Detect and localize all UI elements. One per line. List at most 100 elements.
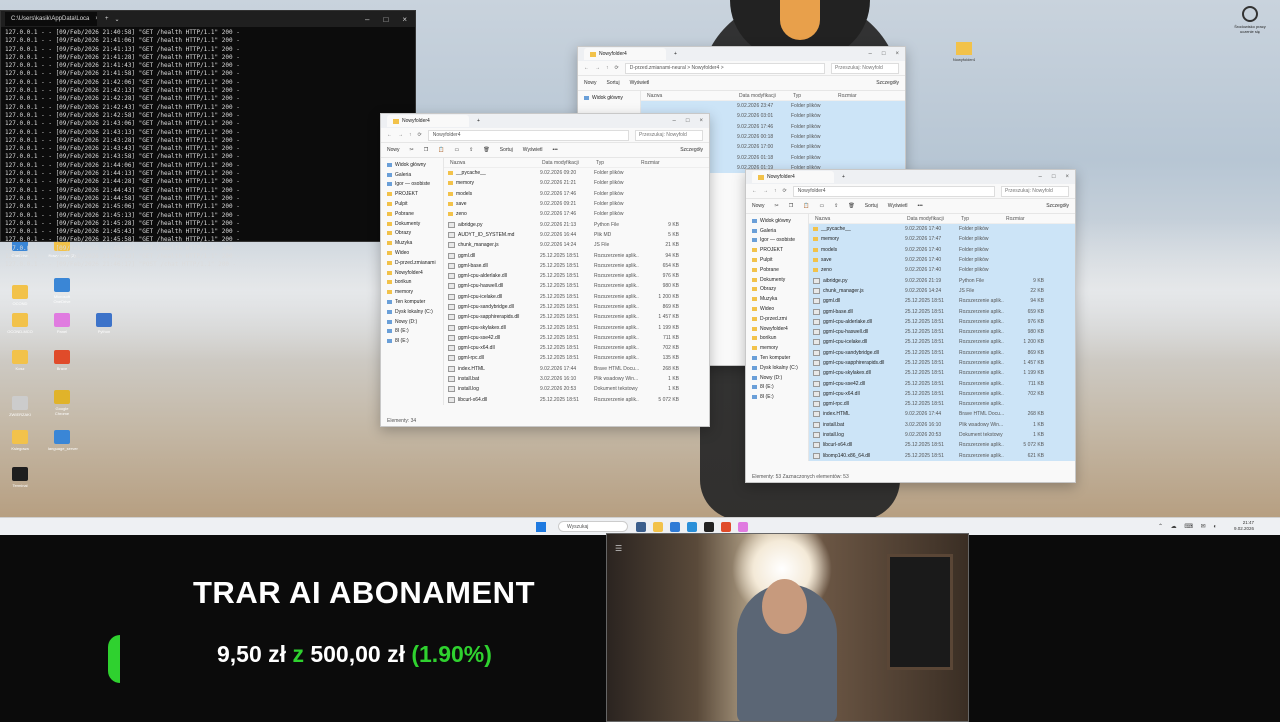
minimize-icon[interactable]: – [365, 15, 369, 24]
file-row[interactable]: ggml-cpu-haswell.dll 25.12.2025 18:51 Rozs… [809, 326, 1075, 338]
desktop-icon[interactable]: OCOND-MCO [6, 313, 34, 334]
file-row[interactable]: __pycache__ 9.02.2026 09:20 Folder plików [444, 168, 709, 178]
file-row[interactable]: memory 9.02.2026 17:47 Folder plików [809, 234, 1075, 245]
task-view-icon[interactable] [636, 522, 646, 532]
sidebar-item[interactable]: D-przed.zmianami [381, 258, 443, 268]
app-icon[interactable] [738, 522, 748, 532]
search-input[interactable]: Przeszukaj: Nowyfold [1001, 185, 1069, 197]
maximize-icon[interactable]: □ [1052, 174, 1056, 180]
sort-button[interactable]: Sortuj [607, 80, 620, 86]
column-name[interactable]: Nazwa [809, 216, 907, 222]
file-row[interactable]: AUDYT_ID_SYSTEM.md 9.02.2026 16:44 Plik MD… [444, 230, 709, 240]
sidebar-item[interactable]: Nowy (D:) [381, 317, 443, 327]
new-button[interactable]: Nowy [584, 80, 597, 86]
sidebar-item[interactable]: Pobrane [746, 265, 808, 275]
search-input[interactable]: Przeszukaj: Nowyfold [831, 62, 899, 74]
share-icon[interactable]: ⇪ [469, 147, 473, 153]
more-button[interactable]: ••• [917, 203, 922, 209]
file-row[interactable]: install.bat 3.02.2026 16:10 Plik wsadowy W… [809, 419, 1075, 430]
sidebar-item[interactable]: Pobrane [381, 209, 443, 219]
file-row[interactable]: zeno 9.02.2026 17:40 Folder plików [809, 265, 1075, 276]
file-row[interactable]: ggml-cpu-sapphirerapids.dll 25.12.2025 18… [809, 357, 1075, 369]
file-row[interactable]: ggml-rpc.dll 25.12.2025 18:51 Rozszerzenie… [809, 399, 1075, 410]
view-button[interactable]: Wyświetl [888, 203, 908, 209]
cut-icon[interactable]: ✂ [410, 147, 414, 153]
close-icon[interactable]: × [1065, 174, 1069, 180]
minimize-icon[interactable]: – [1039, 174, 1042, 180]
view-button[interactable]: Wyświetl [630, 80, 650, 86]
more-button[interactable]: ••• [552, 147, 557, 153]
up-icon[interactable]: ↑ [409, 132, 412, 138]
terminal-window[interactable]: C:\Users\kasik\AppData\Loca × + ⌄ – □ × … [0, 10, 416, 268]
file-row[interactable]: ggml-cpu-skylakex.dll 25.12.2025 18:51 Roz… [444, 322, 709, 332]
column-date[interactable]: Data modyfikacji [542, 160, 596, 166]
system-tray[interactable]: ⌃ ☁ ⌨ ✉ ◐ [1158, 523, 1220, 530]
copy-icon[interactable]: ❐ [789, 203, 793, 209]
taskbar-search[interactable]: Wyszukaj [558, 521, 628, 532]
brave-icon[interactable] [721, 522, 731, 532]
desktop-icon[interactable]: Ksiegowa [6, 430, 34, 451]
explorer-window-right[interactable]: Nowyfolder4 + – □ × ← → ↑ ⟳ Nowyfolder4 Przes… [745, 169, 1076, 483]
file-row[interactable]: ggml-rpc.dll 25.12.2025 18:51 Rozszerzenie… [444, 353, 709, 363]
file-row[interactable]: ggml-cpu-alderlake.dll 25.12.2025 18:51 Ro… [444, 271, 709, 281]
maximize-icon[interactable]: □ [383, 15, 388, 24]
sidebar-item[interactable]: Galeria [746, 226, 808, 236]
column-date[interactable]: Data modyfikacji [739, 93, 793, 99]
store-icon[interactable] [687, 522, 697, 532]
terminal-tab[interactable]: C:\Users\kasik\AppData\Loca × [5, 12, 97, 26]
sidebar-item[interactable]: Dokumenty [381, 219, 443, 229]
maximize-icon[interactable]: □ [882, 51, 886, 57]
delete-icon[interactable]: 🗑 [483, 147, 489, 153]
sort-button[interactable]: Sortuj [500, 147, 513, 153]
file-row[interactable]: zeno 9.02.2026 17:46 Folder plików [444, 209, 709, 219]
desktop-icon[interactable]: Microsoft OneDrive [48, 278, 76, 304]
desktop-folder-nowyfolder4[interactable]: Nowyfolder4 [952, 42, 976, 62]
back-icon[interactable]: ← [752, 188, 757, 194]
file-row[interactable]: save 9.02.2026 17:40 Folder plików [809, 254, 1075, 266]
rename-icon[interactable]: ▭ [819, 203, 824, 209]
sidebar-item[interactable]: Widok główny [578, 93, 640, 103]
refresh-icon[interactable]: ⟳ [418, 132, 422, 138]
sidebar-item[interactable]: Pulpit [381, 199, 443, 209]
sidebar-item[interactable]: 8I (E:) [381, 336, 443, 346]
new-tab-icon[interactable]: + [105, 16, 109, 22]
up-icon[interactable]: ↑ [774, 188, 777, 194]
sidebar-item[interactable]: Wideo [746, 304, 808, 314]
column-type[interactable]: Typ [793, 93, 838, 99]
chevron-down-icon[interactable]: ⌄ [115, 16, 120, 23]
file-row[interactable]: models 9.02.2026 17:46 Folder plików [444, 189, 709, 199]
close-icon[interactable]: × [95, 16, 97, 22]
file-row[interactable]: install.log 9.02.2026 20:53 Dokument tekst… [444, 384, 709, 394]
file-row[interactable]: chunk_manager.js 9.02.2026 14:24 JS File 21… [444, 240, 709, 250]
file-row[interactable]: ggml-cpu-icelake.dll 25.12.2025 18:51 Rozs… [444, 292, 709, 302]
file-row[interactable]: ggml.dll 25.12.2025 18:51 Rozszerzenie apl… [444, 250, 709, 260]
desktop-icon[interactable]: Python [90, 313, 118, 334]
sidebar-item[interactable]: Ten komputer [746, 353, 808, 363]
maximize-icon[interactable]: □ [686, 118, 690, 124]
sidebar-item[interactable]: Nowy (D:) [746, 373, 808, 383]
desktop-icon[interactable]: Kosz [6, 350, 34, 371]
sidebar-item[interactable]: Wideo [381, 248, 443, 258]
column-name[interactable]: Nazwa [444, 160, 542, 166]
terminal-icon[interactable] [704, 522, 714, 532]
column-size[interactable]: Rozmiar [641, 160, 681, 166]
sidebar-item[interactable]: PROJEKT [381, 189, 443, 199]
desktop-icon[interactable]: OCOND [6, 285, 34, 306]
sidebar-item[interactable]: borikun [746, 334, 808, 344]
column-date[interactable]: Data modyfikacji [907, 216, 961, 222]
view-button[interactable]: Wyświetl [523, 147, 543, 153]
search-input[interactable]: Przeszukaj: Nowyfold [635, 129, 703, 141]
file-row[interactable]: libcurl-x64.dll 25.12.2025 18:51 Rozszerze… [809, 440, 1075, 451]
sidebar-item[interactable]: PROJEKT [746, 245, 808, 255]
address-bar[interactable]: D-przed.zmianami-neural > Nowyfolder4 > [624, 62, 825, 74]
file-row[interactable]: chunk_manager.js 9.02.2026 14:24 JS File 22… [809, 285, 1075, 297]
file-row[interactable]: aibridge.py 9.02.2026 21:19 Python File 9 K… [809, 275, 1075, 286]
desktop-icon[interactable]: language_server [48, 430, 78, 451]
delete-icon[interactable]: 🗑 [848, 203, 854, 209]
rename-icon[interactable]: ▭ [454, 147, 459, 153]
address-bar[interactable]: Nowyfolder4 [427, 129, 629, 141]
sidebar-item[interactable]: Dokumenty [746, 275, 808, 285]
new-tab-icon[interactable]: + [674, 51, 677, 57]
sidebar-item[interactable]: Widok główny [746, 216, 808, 226]
column-size[interactable]: Rozmiar [838, 93, 878, 99]
